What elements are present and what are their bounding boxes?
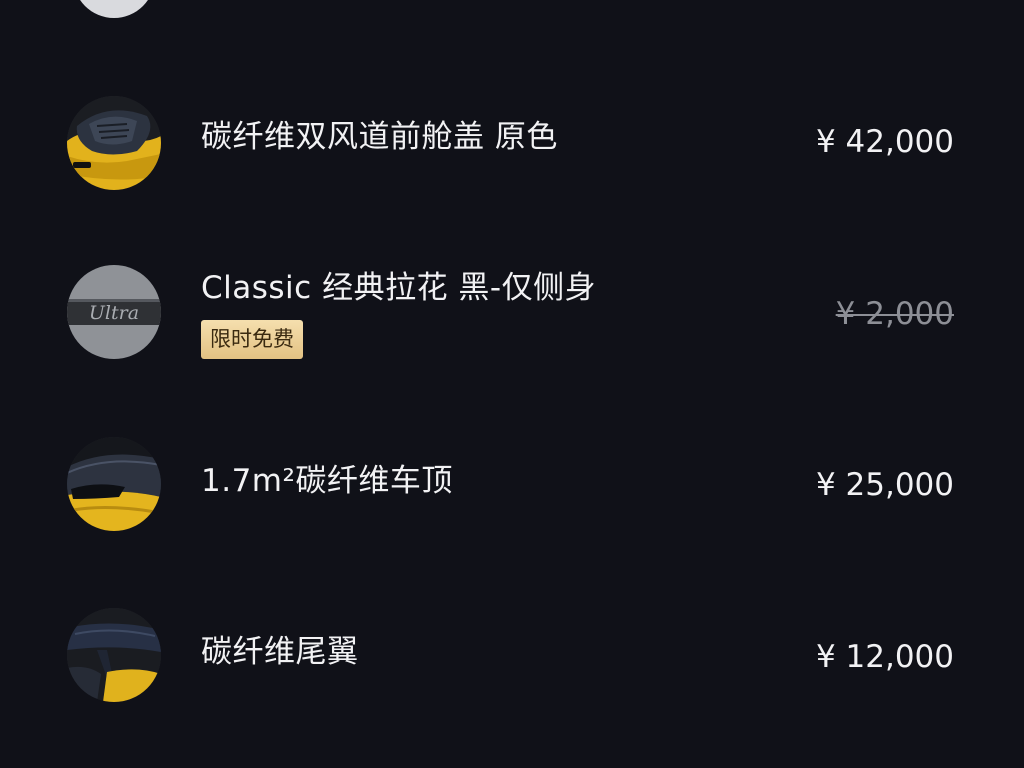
carbon-wing-image [67,608,161,702]
carbon-hood-image [67,96,161,190]
ultra-decal-thumbnail: Ultra [67,265,161,359]
item-title: 碳纤维双风道前舱盖 原色 [201,119,558,155]
carbon-hood-thumbnail [67,96,161,190]
limited-free-badge: 限时免费 [201,320,303,359]
item-price: ¥ 42,000 [815,124,954,160]
item-title: 碳纤维尾翼 [201,634,359,670]
item-title: Classic 经典拉花 黑-仅侧身 [201,270,597,306]
ultra-decal-image: Ultra [67,265,161,359]
option-list-page: 碳纤维双风道前舱盖 原色 ¥ 42,000 Ultra Classic 经典拉花… [0,0,1024,768]
item-price: ¥ 12,000 [815,639,954,675]
item-price: ¥ 25,000 [815,467,954,503]
previous-item-thumbnail[interactable] [73,0,155,18]
carbon-roof-thumbnail [67,437,161,531]
ultra-logo-text: Ultra [89,302,139,324]
item-price-struck: ¥ 2,000 [835,296,954,332]
carbon-wing-thumbnail [67,608,161,702]
carbon-roof-image [67,437,161,531]
item-title: 1.7m²碳纤维车顶 [201,463,453,499]
